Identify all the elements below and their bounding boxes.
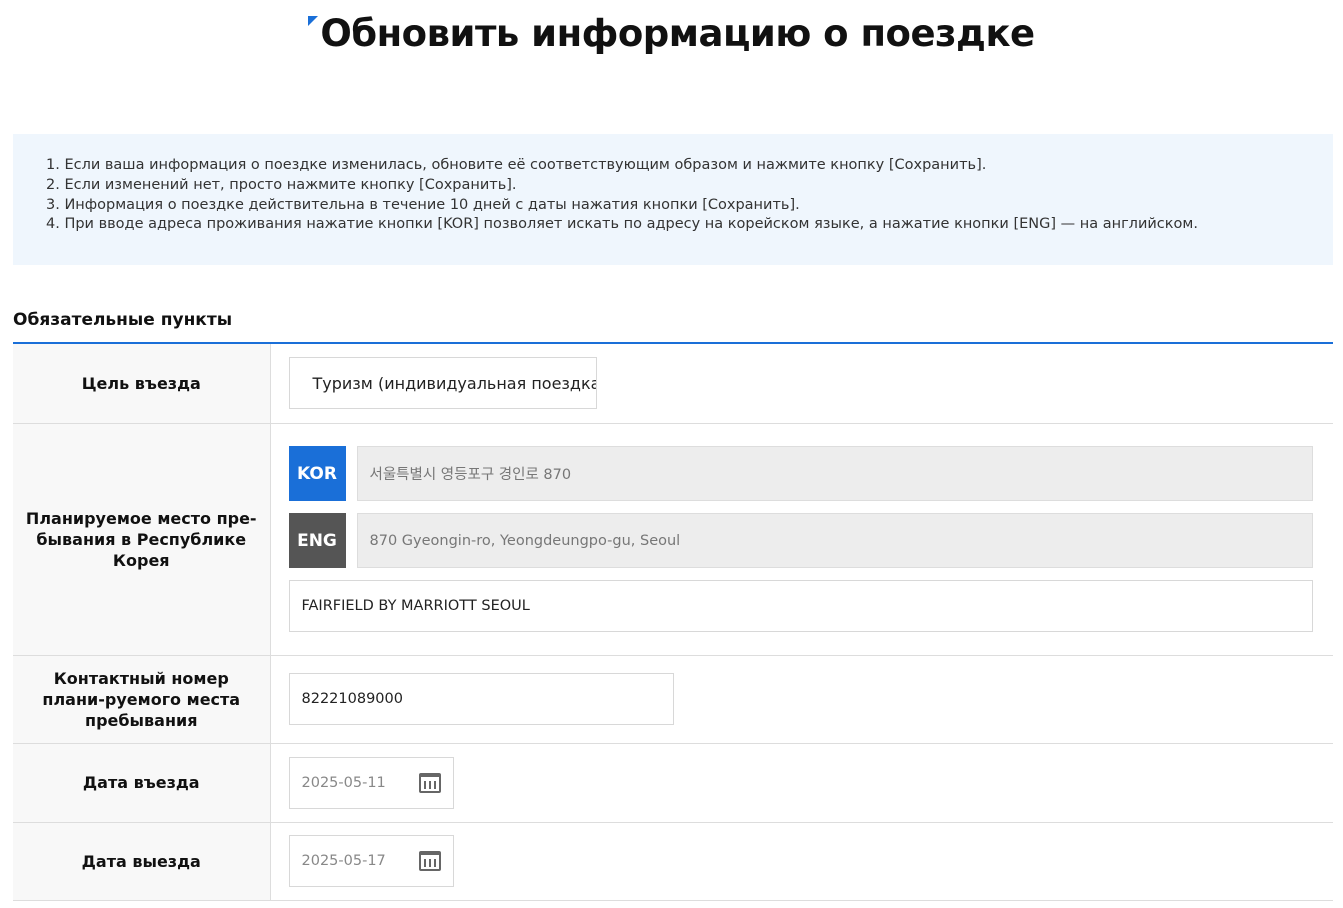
section-title: Обязательные пункты [13,310,233,330]
notice-item: 1. Если ваша информация о поездке измени… [46,157,987,173]
phone-input[interactable]: 82221089000 [288,673,674,725]
notice-box: 1. Если ваша информация о поездке измени… [13,134,1333,265]
kor-search-button[interactable]: KOR [288,446,346,501]
purpose-select[interactable]: Туризм (индивидуальная поездка) [288,357,597,410]
notice-item: 4. При вводе адреса проживания нажатие к… [46,216,1198,233]
address-label: Планируемое место пре-бывания в Республи… [13,423,271,656]
kor-address-field[interactable]: 서울특별시 영등포구 경인로 870 [356,446,1313,501]
phone-label: Контактный номер плани-руемого места пре… [13,655,271,744]
calendar-icon[interactable] [418,851,441,871]
exit-date-label: Дата выезда [13,822,271,901]
calendar-icon[interactable] [418,772,441,793]
page-title-text: Обновить информацию о поездке [320,12,1035,55]
entry-date-value: 2025-05-11 [301,774,386,791]
eng-address-field[interactable]: 870 Gyeongin-ro, Yeongdeungpo-gu, Seoul [356,513,1313,568]
exit-date-value: 2025-05-17 [301,853,386,869]
corner-mark-icon [308,16,319,26]
notice-item: 3. Информация о поездке действительна в … [46,196,800,213]
entry-date-input[interactable]: 2025-05-11 [288,756,454,809]
address-detail-input[interactable]: FAIRFIELD BY MARRIOTT SEOUL [288,580,1313,632]
trip-form: Цель въезда Туризм (индивидуальная поезд… [13,342,1333,901]
entry-date-label: Дата въезда [13,743,271,823]
page-title: Обновить информацию о поездке [0,12,1343,55]
notice-item: 2. Если изменений нет, просто нажмите кн… [46,176,517,193]
purpose-label: Цель въезда [13,343,271,424]
eng-search-button[interactable]: ENG [288,513,346,568]
exit-date-input[interactable]: 2025-05-17 [288,835,454,887]
